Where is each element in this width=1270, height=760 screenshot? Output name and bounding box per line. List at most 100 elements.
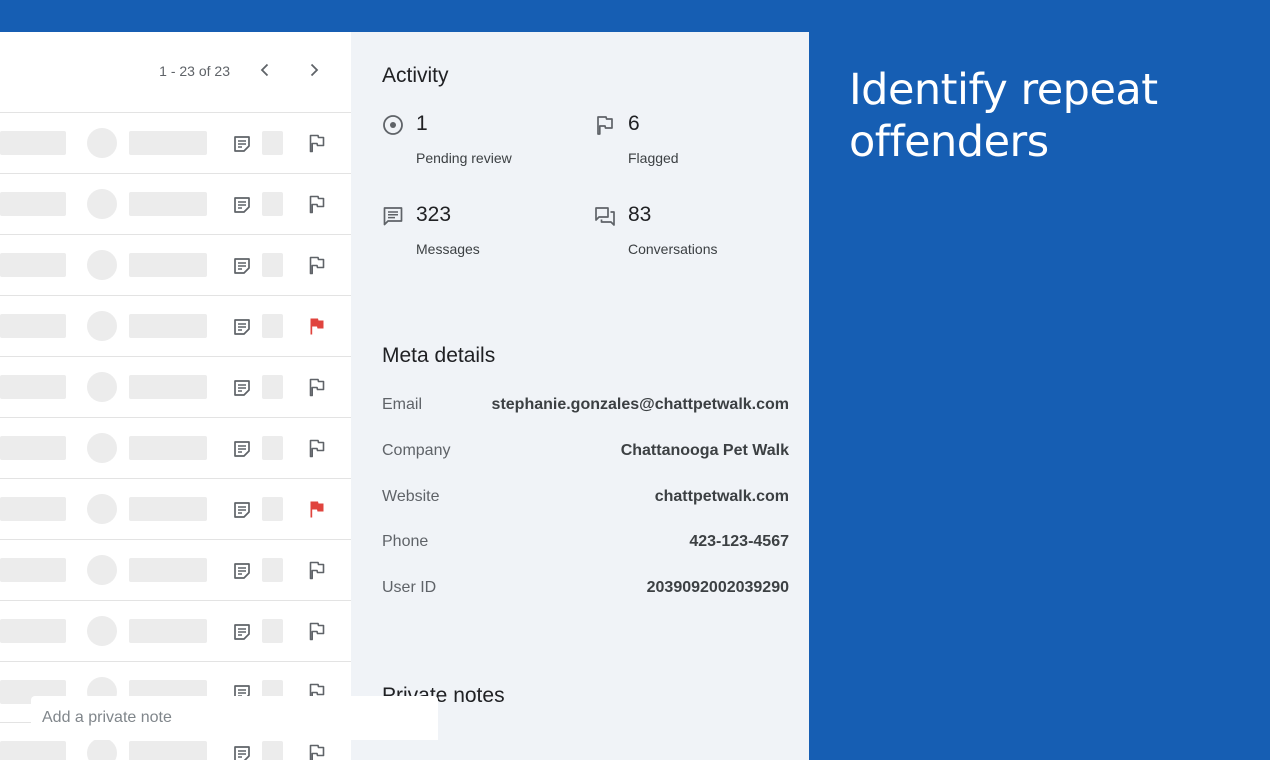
note-icon[interactable] [232,134,252,154]
placeholder-text [129,375,207,399]
placeholder-text [0,375,66,399]
placeholder-text [129,314,207,338]
placeholder-block [262,314,283,338]
avatar-placeholder [87,616,117,646]
placeholder-text [0,558,66,582]
avatar-placeholder [87,311,117,341]
stat-value: 323 [416,203,452,226]
note-icon[interactable] [232,317,252,337]
next-page-button[interactable] [304,60,324,80]
message-list-panel: 1 - 23 of 23 [0,32,351,760]
placeholder-block [262,375,283,399]
meta-row-phone: Phone 423-123-4567 [382,533,789,555]
meta-value: stephanie.gonzales@chattpetwalk.com [491,396,789,413]
avatar-placeholder [87,189,117,219]
message-rows [0,113,351,760]
chevron-right-icon [310,63,319,77]
flag-icon[interactable] [307,194,327,214]
meta-row-user-id: User ID 2039092002039290 [382,579,789,601]
flag-icon[interactable] [307,133,327,153]
flag-icon[interactable] [307,621,327,641]
flag-icon[interactable] [307,377,327,397]
stat-label: Messages [416,241,480,257]
placeholder-text [0,192,66,216]
flag-icon [597,116,613,135]
pagination-text: 1 - 23 of 23 [159,63,230,79]
pending-review-icon [383,115,403,135]
placeholder-text [0,741,66,760]
placeholder-block [262,619,283,643]
flag-icon[interactable] [307,255,327,275]
stat-value: 1 [416,112,428,135]
meta-row-company: Company Chattanooga Pet Walk [382,442,789,464]
avatar-placeholder [87,494,117,524]
flag-filled-icon[interactable] [307,499,327,519]
list-item[interactable] [0,357,351,418]
placeholder-text [0,131,66,155]
avatar-placeholder [87,128,117,158]
list-item[interactable] [0,601,351,662]
stat-label: Flagged [628,150,679,166]
note-icon[interactable] [232,744,252,760]
meta-row-email: Email stephanie.gonzales@chattpetwalk.co… [382,396,789,418]
avatar-placeholder [87,555,117,585]
placeholder-block [262,131,283,155]
stat-label: Conversations [628,241,718,257]
list-item[interactable] [0,296,351,357]
meta-key: Email [382,396,423,413]
placeholder-text [0,497,66,521]
placeholder-block [262,741,283,760]
placeholder-text [129,253,207,277]
meta-value: chattpetwalk.com [654,488,789,505]
avatar-placeholder [87,738,117,760]
private-note-input[interactable] [31,696,438,740]
meta-key: Website [382,488,440,505]
meta-key: User ID [382,579,437,596]
list-item[interactable] [0,540,351,601]
placeholder-block [262,436,283,460]
placeholder-text [0,619,66,643]
avatar-placeholder [87,372,117,402]
note-icon[interactable] [232,500,252,520]
note-icon[interactable] [232,256,252,276]
placeholder-text [129,497,207,521]
flag-icon[interactable] [307,743,327,760]
meta-key: Phone [382,533,429,550]
placeholder-text [0,436,66,460]
conversations-icon [595,207,615,226]
flag-icon[interactable] [307,438,327,458]
note-icon[interactable] [232,439,252,459]
placeholder-text [129,741,207,760]
note-icon[interactable] [232,195,252,215]
note-icon[interactable] [232,561,252,581]
stat-label: Pending review [416,150,512,166]
note-icon[interactable] [232,378,252,398]
previous-page-button[interactable] [255,60,275,80]
meta-key: Company [382,442,451,459]
messages-icon [383,207,403,226]
stat-value: 83 [628,203,652,226]
stat-value: 6 [628,112,640,135]
meta-details-title: Meta details [382,344,496,367]
flag-icon[interactable] [307,560,327,580]
list-item[interactable] [0,479,351,540]
list-item[interactable] [0,235,351,296]
note-icon[interactable] [232,622,252,642]
placeholder-block [262,253,283,277]
list-header: 1 - 23 of 23 [0,32,351,113]
meta-row-website: Website chattpetwalk.com [382,488,789,510]
placeholder-text [129,619,207,643]
avatar-placeholder [87,250,117,280]
placeholder-block [262,192,283,216]
placeholder-text [129,131,207,155]
meta-value: Chattanooga Pet Walk [620,442,789,459]
activity-title: Activity [382,64,449,87]
headline: Identify repeat offenders [849,65,1158,167]
list-item[interactable] [0,418,351,479]
placeholder-block [262,558,283,582]
list-item[interactable] [0,174,351,235]
list-item[interactable] [0,113,351,174]
user-detail-panel: Activity 1 Pending review 6 Flagged 323 … [351,32,809,760]
placeholder-text [129,192,207,216]
flag-filled-icon[interactable] [307,316,327,336]
